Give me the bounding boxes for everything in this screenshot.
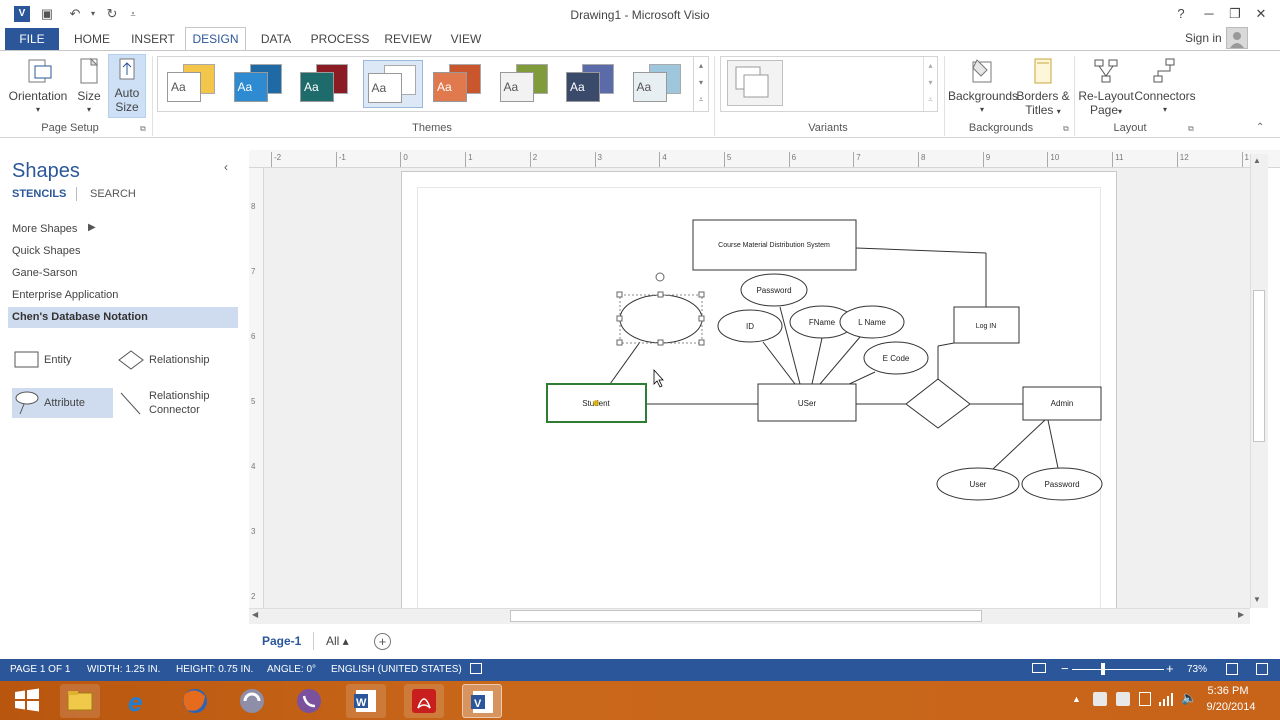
connector-lines	[609, 247, 1059, 470]
entity-user[interactable]: USer	[757, 383, 857, 422]
all-pages-tab[interactable]: All ▴	[326, 634, 349, 648]
svg-text:L Name: L Name	[858, 318, 886, 327]
network-tray-icon[interactable]	[1093, 692, 1107, 706]
attribute-ecode[interactable]: E Code	[863, 341, 929, 375]
selected-attribute[interactable]	[616, 272, 705, 346]
zoom-slider-thumb[interactable]	[1101, 663, 1105, 675]
presentation-mode-icon[interactable]	[1032, 663, 1046, 673]
attribute-admin-user[interactable]: User	[936, 467, 1020, 501]
media-app-taskbar-icon[interactable]	[232, 684, 272, 718]
acrobat-taskbar-icon[interactable]	[404, 684, 444, 718]
horizontal-scroll-thumb[interactable]	[510, 610, 982, 622]
entity-admin[interactable]: Admin	[1022, 386, 1102, 421]
firefox-taskbar-icon[interactable]	[175, 684, 215, 718]
svg-text:Password: Password	[756, 286, 791, 295]
action-center-icon[interactable]	[1116, 692, 1130, 706]
file-explorer-taskbar-icon[interactable]	[60, 684, 100, 718]
add-page-icon[interactable]: +	[374, 633, 391, 650]
svg-text:USer: USer	[798, 399, 817, 408]
relationship-diamond[interactable]	[905, 378, 971, 429]
scroll-up-icon[interactable]: ▲	[1253, 156, 1261, 165]
svg-text:Log IN: Log IN	[976, 323, 997, 330]
svg-text:Course Material Distribution S: Course Material Distribution System	[718, 242, 830, 249]
attribute-id[interactable]: ID	[717, 309, 783, 343]
rotate-handle-icon[interactable]	[655, 272, 665, 282]
svg-text:Password: Password	[1044, 480, 1079, 489]
entity-student[interactable]: Student	[546, 383, 647, 423]
status-language[interactable]: ENGLISH (UNITED STATES)	[331, 664, 462, 675]
status-angle[interactable]: ANGLE: 0°	[267, 664, 316, 675]
status-page[interactable]: PAGE 1 OF 1	[10, 664, 70, 675]
svg-text:V: V	[474, 698, 482, 710]
vertical-scroll-thumb[interactable]	[1253, 290, 1265, 442]
switch-windows-icon[interactable]	[1256, 663, 1268, 675]
zoom-slider[interactable]	[1072, 669, 1164, 670]
scroll-left-icon[interactable]: ◀	[252, 610, 258, 619]
page-tab-divider	[313, 632, 314, 650]
entity-login[interactable]: Log IN	[953, 306, 1020, 344]
attribute-admin-password[interactable]: Password	[1021, 467, 1103, 501]
attribute-password[interactable]: Password	[740, 273, 808, 307]
svg-text:FName: FName	[809, 318, 836, 327]
svg-text:W: W	[356, 697, 367, 709]
svg-text:Admin: Admin	[1051, 399, 1074, 408]
svg-text:ID: ID	[746, 322, 754, 331]
windows-start-icon[interactable]	[14, 688, 40, 712]
status-height[interactable]: HEIGHT: 0.75 IN.	[176, 664, 253, 675]
volume-icon[interactable]: 🔈	[1181, 690, 1197, 706]
svg-text:E Code: E Code	[883, 354, 910, 363]
attribute-lname[interactable]: L Name	[839, 305, 905, 339]
wifi-signal-icon[interactable]	[1158, 691, 1174, 707]
page-tab-1[interactable]: Page-1	[262, 634, 301, 648]
zoom-out-icon[interactable]: −	[1061, 661, 1069, 676]
clock-time[interactable]: 5:36 PM	[1200, 685, 1256, 697]
entity-cmds[interactable]: Course Material Distribution System	[692, 219, 857, 271]
svg-text:e: e	[128, 687, 142, 717]
status-width[interactable]: WIDTH: 1.25 IN.	[87, 664, 160, 675]
clock-date[interactable]: 9/20/2014	[1200, 701, 1262, 713]
scroll-down-icon[interactable]: ▼	[1253, 595, 1261, 604]
internet-explorer-taskbar-icon[interactable]: e	[118, 684, 158, 718]
scroll-right-icon[interactable]: ▶	[1238, 610, 1244, 619]
zoom-level[interactable]: 73%	[1187, 664, 1207, 675]
word-taskbar-icon[interactable]: W	[346, 684, 386, 718]
svg-text:User: User	[970, 480, 987, 489]
fit-page-icon[interactable]	[1226, 663, 1238, 675]
viber-taskbar-icon[interactable]	[289, 684, 329, 718]
visio-taskbar-icon[interactable]: V	[462, 684, 502, 718]
show-hidden-icons[interactable]: ▲	[1072, 694, 1081, 704]
zoom-in-icon[interactable]: +	[1166, 661, 1174, 676]
macro-record-icon[interactable]	[470, 663, 482, 674]
mouse-cursor-icon	[653, 368, 664, 388]
battery-icon[interactable]	[1139, 692, 1151, 706]
